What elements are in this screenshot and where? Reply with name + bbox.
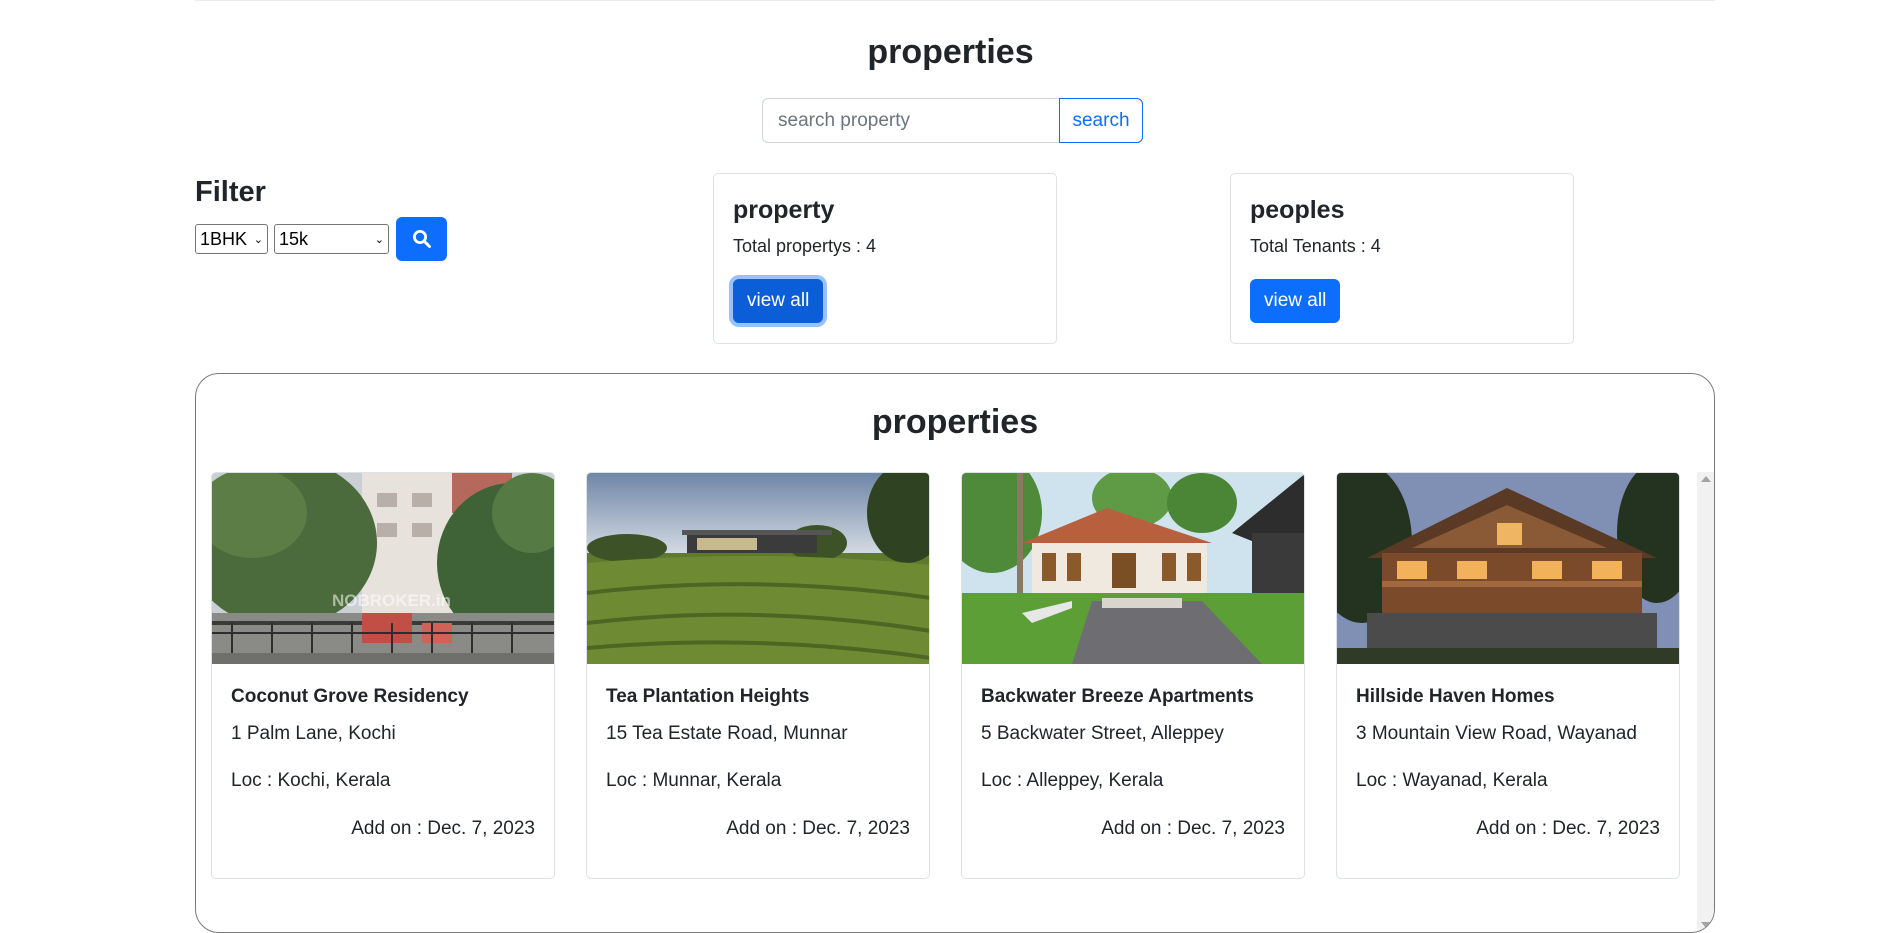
search-input[interactable]	[762, 98, 1060, 143]
peoples-stat-title: peoples	[1250, 196, 1345, 224]
chevron-down-icon: ⌄	[253, 233, 263, 246]
property-image: NOBROKER.in	[212, 473, 554, 664]
chevron-down-icon: ⌄	[374, 233, 384, 246]
filter-search-button[interactable]	[396, 217, 447, 261]
property-address: 1 Palm Lane, Kochi	[231, 723, 396, 744]
property-location: Loc : Munnar, Kerala	[606, 770, 782, 791]
property-stat-count: Total propertys : 4	[733, 236, 877, 256]
property-card[interactable]: Hillside Haven Homes 3 Mountain View Roa…	[1336, 472, 1680, 879]
property-location: Loc : Kochi, Kerala	[231, 770, 391, 791]
top-divider	[195, 0, 1715, 1]
property-added-date: Add on : Dec. 7, 2023	[1476, 818, 1660, 839]
image-watermark: NOBROKER.in	[332, 591, 451, 610]
search-button[interactable]: search	[1059, 98, 1143, 143]
view-all-properties-button[interactable]: view all	[733, 279, 824, 323]
bhk-select-value: 1BHK	[200, 228, 248, 249]
peoples-stat-count: Total Tenants : 4	[1250, 236, 1381, 256]
property-card[interactable]: Backwater Breeze Apartments 5 Backwater …	[961, 472, 1305, 879]
property-stat-title: property	[733, 196, 835, 224]
property-card[interactable]: NOBROKER.in Coconut Grove Residency 1 Pa…	[211, 472, 555, 879]
page-title: properties	[867, 33, 1034, 71]
property-address: 3 Mountain View Road, Wayanad	[1356, 723, 1637, 744]
vertical-scrollbar[interactable]	[1697, 472, 1714, 932]
search-icon	[412, 230, 431, 248]
scroll-down-arrow-icon[interactable]	[1701, 922, 1711, 928]
property-address: 15 Tea Estate Road, Munnar	[606, 723, 848, 744]
property-name: Coconut Grove Residency	[231, 686, 469, 707]
property-added-date: Add on : Dec. 7, 2023	[1101, 818, 1285, 839]
view-all-tenants-button[interactable]: view all	[1250, 279, 1341, 323]
property-added-date: Add on : Dec. 7, 2023	[726, 818, 910, 839]
peoples-stat-card: peoples Total Tenants : 4 view all	[1230, 173, 1574, 344]
property-address: 5 Backwater Street, Alleppey	[981, 723, 1224, 744]
property-location: Loc : Alleppey, Kerala	[981, 770, 1164, 791]
search-bar: search	[762, 98, 1143, 143]
property-added-date: Add on : Dec. 7, 2023	[351, 818, 535, 839]
property-location: Loc : Wayanad, Kerala	[1356, 770, 1548, 791]
properties-panel: properties NOBROKER.in Coconut Grove Res…	[195, 373, 1715, 933]
filter-controls: 1BHK ⌄ 15k ⌄	[195, 217, 447, 261]
property-stat-card: property Total propertys : 4 view all	[713, 173, 1057, 344]
property-image	[962, 473, 1304, 664]
scroll-up-arrow-icon[interactable]	[1701, 476, 1711, 482]
property-name: Backwater Breeze Apartments	[981, 686, 1254, 707]
property-name: Hillside Haven Homes	[1356, 686, 1555, 707]
price-select-value: 15k	[279, 228, 309, 249]
properties-section-title: properties	[871, 403, 1039, 441]
property-name: Tea Plantation Heights	[606, 686, 810, 707]
property-image	[1337, 473, 1679, 664]
property-image	[587, 473, 929, 664]
property-card[interactable]: Tea Plantation Heights 15 Tea Estate Roa…	[586, 472, 930, 879]
price-select[interactable]: 15k ⌄	[274, 224, 389, 254]
filter-title: Filter	[195, 176, 266, 208]
property-card-list: NOBROKER.in Coconut Grove Residency 1 Pa…	[211, 472, 1680, 879]
bhk-select[interactable]: 1BHK ⌄	[195, 224, 268, 254]
